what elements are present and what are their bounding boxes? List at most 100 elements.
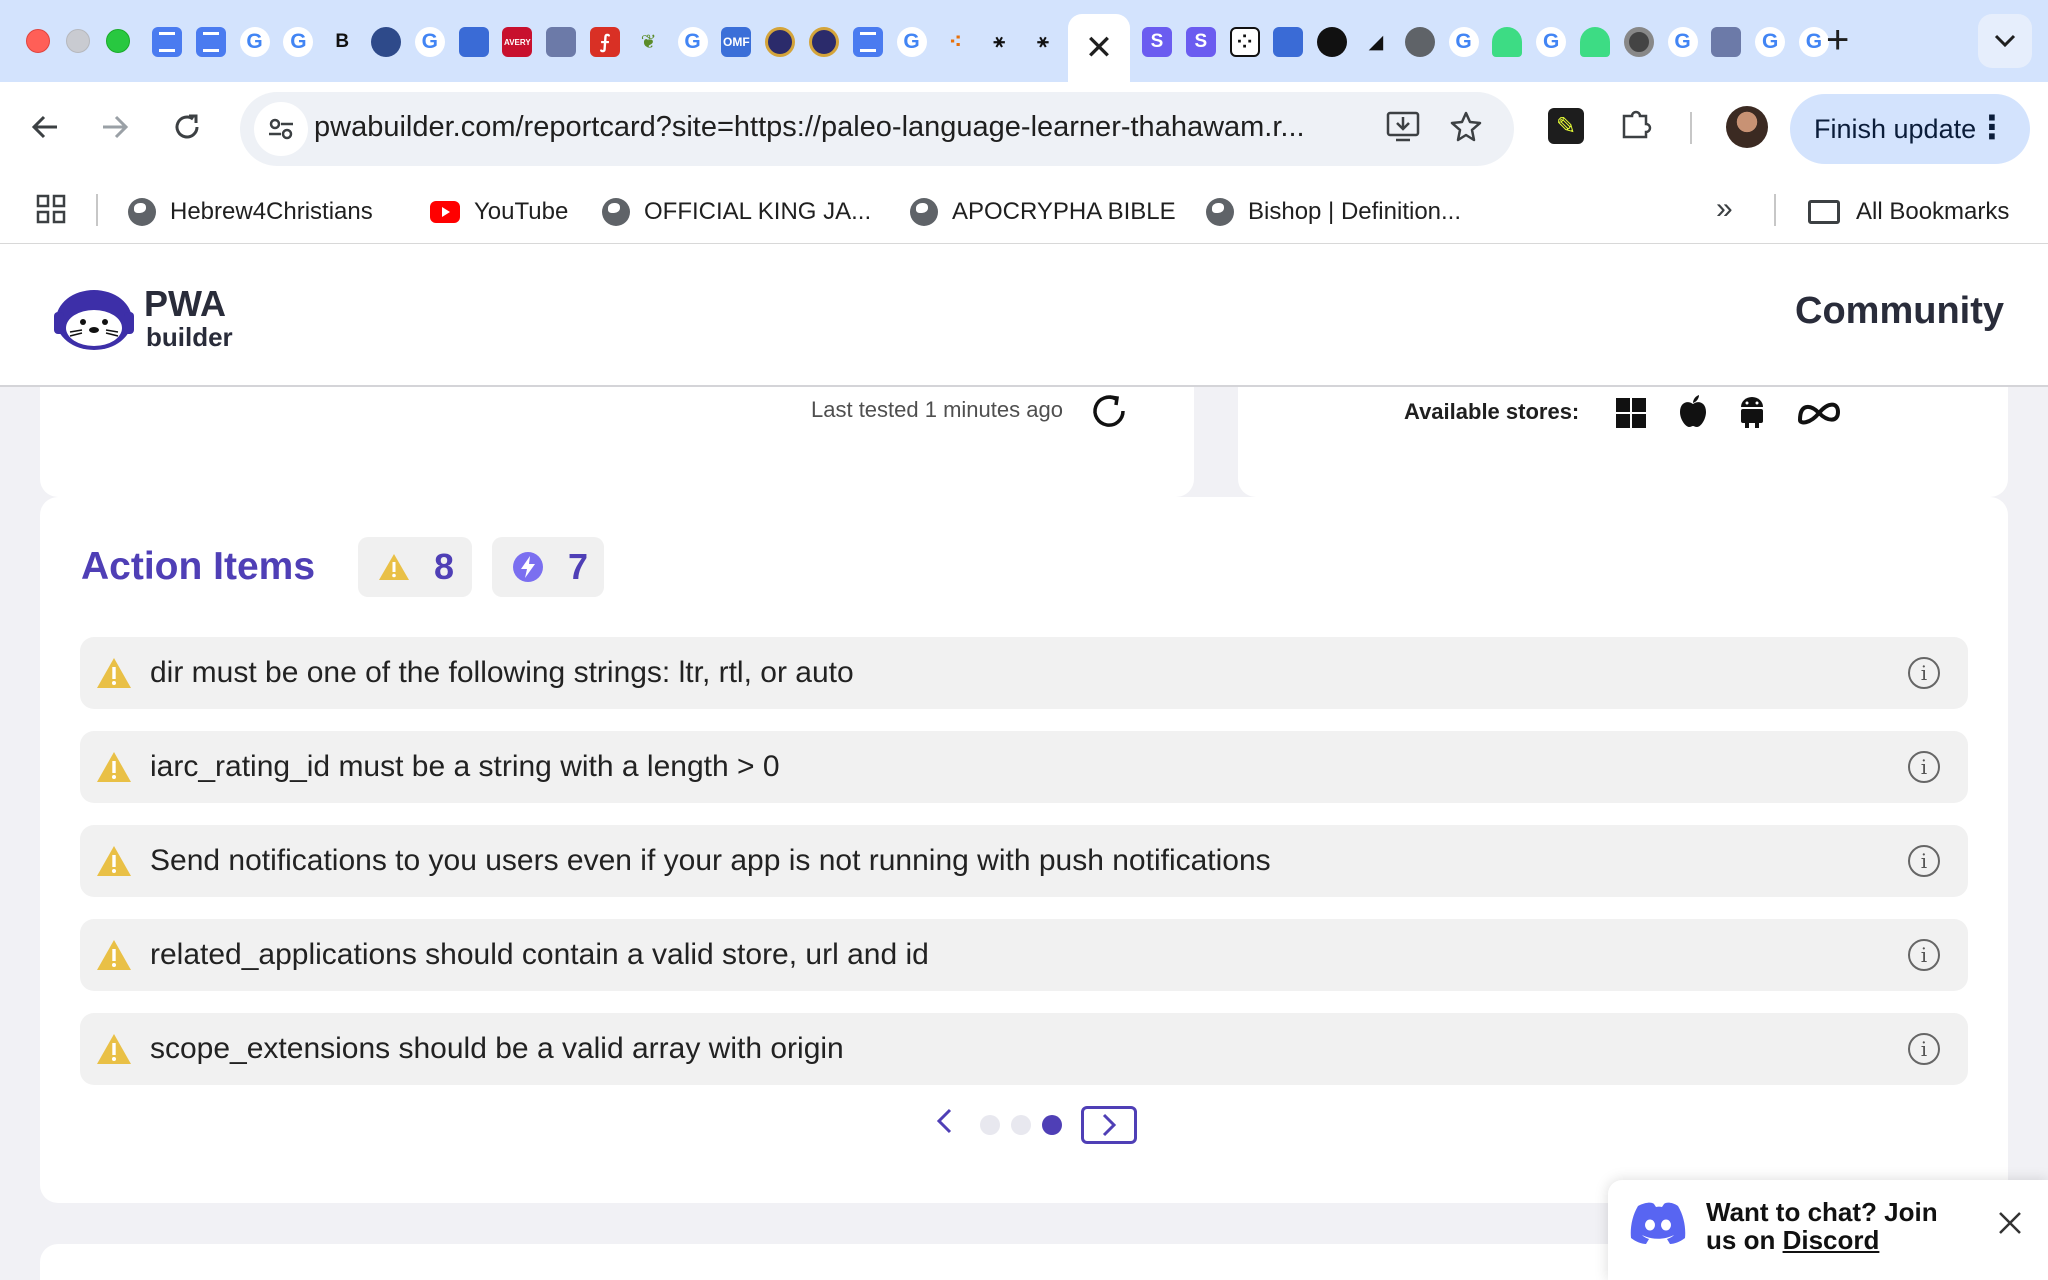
pagination: [936, 1105, 1137, 1145]
next-page-button[interactable]: [1081, 1106, 1137, 1144]
new-tab-button[interactable]: +: [1826, 18, 1849, 63]
doc-icon[interactable]: [152, 27, 182, 57]
xp-icon[interactable]: ⚹: [984, 27, 1014, 57]
action-item-row[interactable]: iarc_rating_id must be a string with a l…: [80, 731, 1968, 803]
finish-update-label: Finish update: [1814, 113, 1977, 144]
action-item-row[interactable]: Send notifications to you users even if …: [80, 825, 1968, 897]
bookmark-item[interactable]: YouTube: [430, 194, 568, 230]
reload-button[interactable]: [164, 104, 210, 150]
puzzle-icon[interactable]: ◢: [1361, 27, 1391, 57]
xp-icon[interactable]: ⚹: [1028, 27, 1058, 57]
doc-icon[interactable]: [195, 27, 226, 57]
warning-count-badge[interactable]: 8: [358, 537, 472, 597]
extensions-puzzle-icon[interactable]: [1620, 106, 1654, 148]
window-minimize-button[interactable]: [66, 29, 90, 53]
prev-page-button[interactable]: [936, 1108, 952, 1142]
bookmark-item[interactable]: APOCRYPHA BIBLE: [910, 194, 1176, 230]
avery-icon[interactable]: AVERY: [502, 27, 533, 57]
back-button[interactable]: [22, 104, 68, 150]
page-dot[interactable]: [1011, 1115, 1031, 1135]
info-icon[interactable]: i: [1908, 1033, 1940, 1065]
pdf-icon[interactable]: ⨍: [589, 27, 620, 57]
tab-close-icon[interactable]: ✕: [1085, 28, 1114, 68]
google-icon[interactable]: G: [1798, 27, 1829, 57]
android-icon: [1738, 394, 1766, 433]
globe-icon[interactable]: [1404, 27, 1435, 57]
finish-update-button[interactable]: Finish update ⋮: [1790, 94, 2030, 164]
site-info-button[interactable]: [254, 102, 308, 156]
seal-icon[interactable]: [370, 27, 401, 57]
info-icon[interactable]: i: [1908, 845, 1940, 877]
globe-icon: [128, 198, 156, 226]
enhancement-count-badge[interactable]: 7: [492, 537, 604, 597]
bookmark-item[interactable]: OFFICIAL KING JA...: [602, 194, 871, 230]
action-item-row[interactable]: scope_extensions should be a valid array…: [80, 1013, 1968, 1085]
dots-icon[interactable]: ⁖: [940, 27, 970, 57]
action-items-title: Action Items: [81, 545, 316, 588]
bookmark-item[interactable]: Hebrew4Christians: [128, 194, 373, 230]
tab-search-button[interactable]: [1978, 14, 2032, 68]
page-dot-active[interactable]: [1042, 1115, 1062, 1135]
google-icon[interactable]: G: [896, 27, 927, 57]
chart-icon[interactable]: [1711, 27, 1742, 57]
bold-b-icon[interactable]: B: [327, 27, 357, 57]
pwabuilder-logo[interactable]: PWA builder: [52, 283, 242, 355]
google-icon[interactable]: G: [414, 27, 445, 57]
window-zoom-button[interactable]: [106, 29, 130, 53]
badge-icon[interactable]: [808, 27, 839, 57]
bookmark-star-icon[interactable]: [1450, 110, 1482, 150]
android-icon[interactable]: [1579, 27, 1610, 57]
s-icon[interactable]: S: [1185, 27, 1216, 57]
active-tab[interactable]: ✕: [1068, 14, 1130, 82]
google-icon[interactable]: G: [1755, 27, 1786, 57]
globe-icon: [910, 198, 938, 226]
profile-avatar[interactable]: [1726, 106, 1768, 148]
all-bookmarks-button[interactable]: All Bookmarks: [1808, 194, 2009, 230]
url-text[interactable]: pwabuilder.com/reportcard?site=https://p…: [314, 111, 1354, 144]
retest-button[interactable]: [1090, 392, 1128, 435]
more-menu-icon[interactable]: ⋮: [1976, 108, 2008, 146]
folder-icon: [1808, 200, 1840, 224]
badge-icon[interactable]: [765, 27, 796, 57]
google-icon[interactable]: G: [1667, 27, 1698, 57]
google-icon[interactable]: G: [283, 27, 314, 57]
omf-icon[interactable]: OMF: [721, 27, 752, 57]
info-icon[interactable]: i: [1908, 939, 1940, 971]
info-icon[interactable]: i: [1908, 751, 1940, 783]
google-icon[interactable]: G: [239, 27, 270, 57]
discord-link[interactable]: Discord: [1783, 1225, 1880, 1255]
dice-icon[interactable]: ⁘: [1229, 27, 1260, 57]
more-bookmarks-icon[interactable]: »: [1716, 192, 1733, 226]
address-bar[interactable]: pwabuilder.com/reportcard?site=https://p…: [240, 92, 1514, 166]
lizard-icon[interactable]: ❦: [634, 27, 664, 57]
google-icon[interactable]: G: [1448, 27, 1479, 57]
globe-icon: [1206, 198, 1234, 226]
last-tested-text: Last tested 1 minutes ago: [811, 397, 1063, 422]
install-app-icon[interactable]: [1386, 110, 1420, 150]
nav-community-link[interactable]: Community: [1795, 290, 2004, 333]
window-close-button[interactable]: [26, 29, 50, 53]
google-icon[interactable]: G: [677, 27, 708, 57]
github-icon[interactable]: [1317, 27, 1348, 57]
action-item-row[interactable]: related_applications should contain a va…: [80, 919, 1968, 991]
apps-grid-icon[interactable]: [36, 194, 66, 232]
info-icon[interactable]: i: [1908, 657, 1940, 689]
doc-icon[interactable]: [852, 27, 883, 57]
arrow-right-icon: [103, 115, 129, 139]
chrome-icon[interactable]: [1623, 27, 1654, 57]
tab-list: G G B G AVERY ⨍ ❦ G OMF G ⁖ ⚹ ⚹: [152, 22, 1072, 62]
mail-icon[interactable]: [1273, 27, 1304, 57]
mail-icon[interactable]: [458, 27, 489, 57]
apple-icon: [1678, 394, 1708, 433]
google-icon[interactable]: G: [1536, 27, 1567, 57]
android-icon[interactable]: [1492, 27, 1523, 57]
chart-icon[interactable]: [546, 27, 577, 57]
close-icon[interactable]: [1998, 1206, 2022, 1243]
pencil-extension-icon[interactable]: ✎: [1548, 108, 1584, 144]
page-dot[interactable]: [980, 1115, 1000, 1135]
bookmark-item[interactable]: Bishop | Definition...: [1206, 194, 1461, 230]
discord-line2: us on: [1706, 1225, 1783, 1255]
action-item-row[interactable]: dir must be one of the following strings…: [80, 637, 1968, 709]
s-icon[interactable]: S: [1142, 27, 1172, 57]
forward-button[interactable]: [92, 104, 138, 150]
